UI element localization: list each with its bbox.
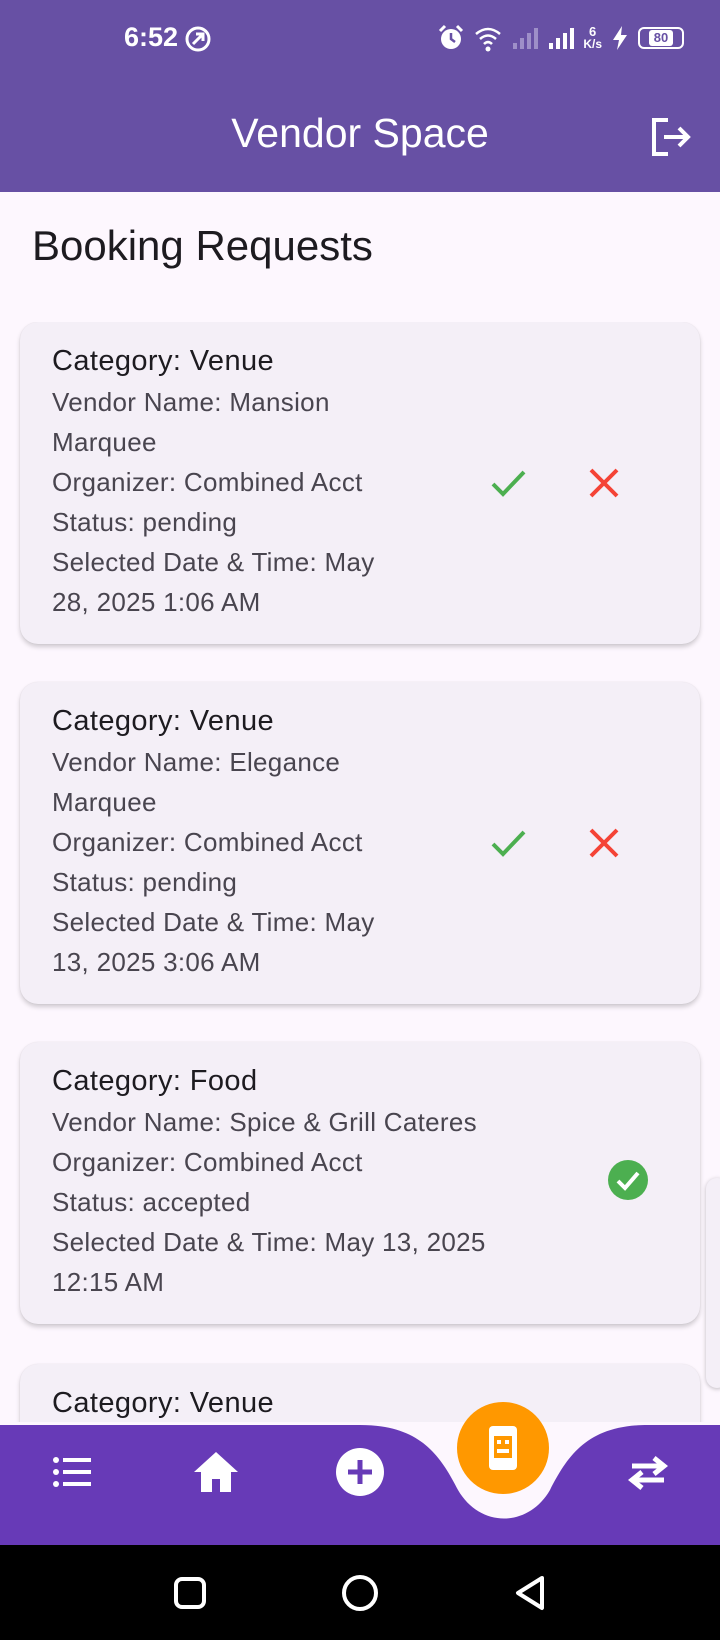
booking-requests-list[interactable]: Category: Venue Vendor Name: Mansion Mar…	[0, 322, 720, 1422]
back-button[interactable]	[506, 1569, 554, 1617]
home-icon	[194, 1452, 238, 1492]
request-date: Selected Date & Time: May 13, 2025	[52, 1227, 486, 1257]
request-category: Category: Venue	[52, 705, 275, 737]
request-vendor: Vendor Name: Mansion	[52, 387, 330, 417]
app-bar: Vendor Space	[0, 80, 720, 192]
close-icon	[589, 828, 619, 858]
request-vendor-cont: Marquee	[52, 787, 157, 817]
system-nav-bar	[0, 1545, 720, 1640]
nav-home[interactable]	[184, 1440, 248, 1504]
logout-icon	[652, 118, 691, 156]
reject-button[interactable]	[576, 815, 632, 871]
check-icon	[491, 830, 526, 857]
request-date-cont: 28, 2025 1:06 AM	[52, 587, 261, 617]
app-title: Vendor Space	[231, 110, 489, 156]
status-time: 6:52	[124, 22, 179, 52]
recents-icon	[174, 1577, 206, 1609]
accept-button[interactable]	[480, 815, 536, 871]
status-bar: 6:52 6 K/s 80	[0, 0, 720, 80]
request-status: Status: pending	[52, 867, 238, 897]
recents-button[interactable]	[166, 1569, 214, 1617]
reject-button[interactable]	[576, 455, 632, 511]
nav-add[interactable]	[328, 1440, 392, 1504]
side-drawer-handle[interactable]	[706, 1178, 720, 1388]
signal-icon	[549, 28, 575, 49]
accepted-check-icon	[608, 1160, 648, 1200]
request-category: Category: Venue	[52, 345, 275, 377]
request-organizer: Organizer: Combined Acct	[52, 467, 363, 497]
request-status: Status: pending	[52, 507, 238, 537]
vpn-icon	[185, 26, 211, 52]
request-date-cont: 12:15 AM	[52, 1267, 165, 1297]
nav-switch[interactable]	[616, 1440, 680, 1504]
request-date: Selected Date & Time: May	[52, 907, 375, 937]
back-icon	[516, 1576, 544, 1610]
booking-request-card[interactable]: Category: Food Vendor Name: Spice & Gril…	[20, 1042, 700, 1324]
booking-request-card[interactable]: Category: Venue Vendor Name: Elegance Ma…	[20, 682, 700, 1004]
request-vendor: Vendor Name: Elegance	[52, 747, 341, 777]
page-title: Booking Requests	[32, 222, 373, 269]
home-system-button[interactable]	[336, 1569, 384, 1617]
wifi-icon	[475, 27, 502, 52]
logout-button[interactable]	[648, 114, 694, 160]
request-status: Status: accepted	[52, 1187, 251, 1217]
bottom-nav	[0, 1400, 720, 1545]
close-icon	[589, 468, 619, 498]
add-circle-icon	[336, 1448, 384, 1496]
signal-icon	[513, 28, 539, 49]
home-circle-icon	[342, 1575, 378, 1611]
battery-icon: 80	[638, 27, 684, 49]
booking-icon	[489, 1426, 517, 1470]
check-icon	[491, 470, 526, 497]
swap-icon	[627, 1456, 669, 1490]
request-date: Selected Date & Time: May	[52, 547, 375, 577]
request-organizer: Organizer: Combined Acct	[52, 827, 363, 857]
list-icon	[53, 1457, 91, 1487]
request-category: Category: Food	[52, 1065, 258, 1097]
request-vendor: Vendor Name: Spice & Grill Cateres	[52, 1107, 477, 1137]
alarm-icon	[439, 24, 464, 49]
accept-button[interactable]	[480, 455, 536, 511]
nav-bookings[interactable]	[457, 1402, 549, 1494]
request-organizer: Organizer: Combined Acct	[52, 1147, 363, 1177]
nav-list[interactable]	[40, 1440, 104, 1504]
charging-icon	[613, 26, 627, 50]
booking-request-card[interactable]: Category: Venue Vendor Name: Mansion Mar…	[20, 322, 700, 644]
request-date-cont: 13, 2025 3:06 AM	[52, 947, 261, 977]
net-speed: 6 K/s	[583, 24, 602, 51]
request-vendor-cont: Marquee	[52, 427, 157, 457]
